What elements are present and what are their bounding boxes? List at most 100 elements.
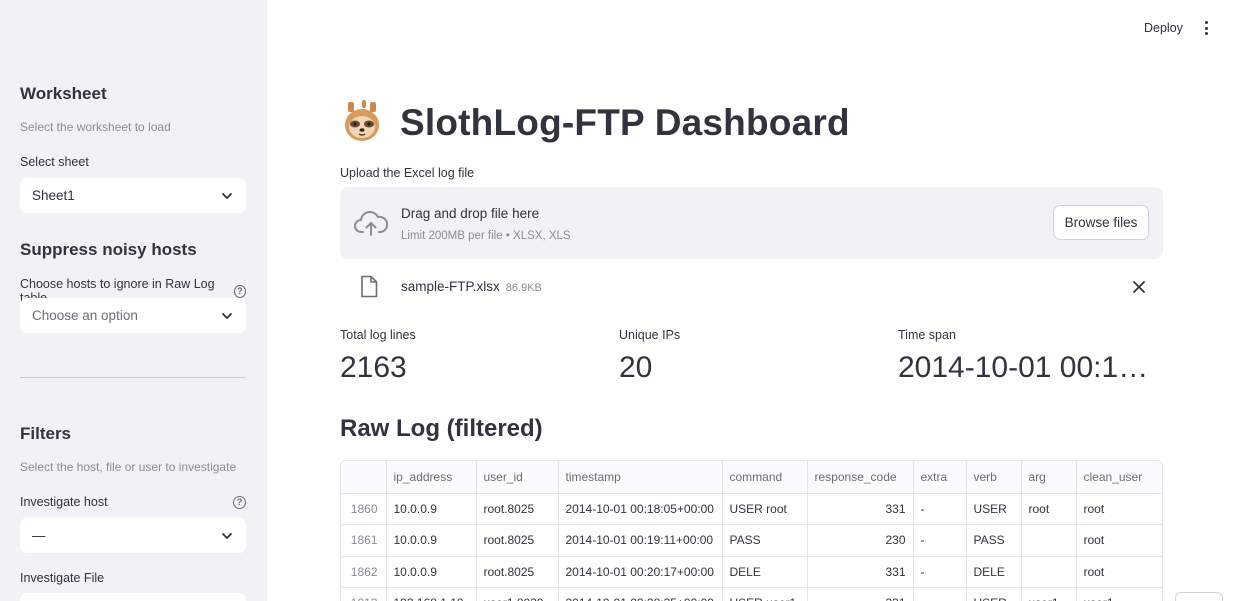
suppress-heading: Suppress noisy hosts bbox=[20, 240, 197, 259]
metric-label: Time span bbox=[898, 328, 956, 342]
select-sheet-label: Select sheet bbox=[20, 155, 246, 169]
metric-value: 20 bbox=[619, 351, 653, 384]
chevron-down-icon bbox=[222, 532, 232, 539]
suppress-hosts-placeholder: Choose an option bbox=[32, 308, 138, 323]
column-header[interactable]: command bbox=[722, 461, 808, 494]
table-cell: PASS bbox=[722, 524, 808, 557]
table-cell: user1 bbox=[1021, 587, 1077, 601]
table-cell: root.8025 bbox=[476, 493, 559, 525]
table-cell: root bbox=[1076, 556, 1162, 588]
investigate-file-label-text: Investigate File bbox=[20, 571, 105, 585]
row-index: 1013 bbox=[341, 587, 387, 601]
table-body: 1860 10.0.0.9 root.8025 2014-10-01 00:18:05… bbox=[341, 493, 1162, 601]
metric-unique-ips: Unique IPs 20 bbox=[619, 328, 869, 385]
close-icon[interactable] bbox=[1130, 278, 1148, 296]
column-header[interactable]: arg bbox=[1021, 461, 1077, 494]
sidebar-divider bbox=[20, 377, 246, 378]
table-cell: USER bbox=[966, 587, 1022, 601]
help-icon[interactable]: ? bbox=[233, 495, 246, 509]
table-cell: 331 bbox=[807, 587, 914, 601]
table-header-row: ip_address user_id timestamp command respons… bbox=[341, 461, 1162, 494]
table-cell: user1.8039 bbox=[476, 587, 559, 601]
table-cell: 2014-10-01 00:28:35+00:00 bbox=[558, 587, 723, 601]
column-header[interactable]: extra bbox=[913, 461, 967, 494]
page-title: SlothLog-FTP Dashboard bbox=[400, 102, 850, 143]
table-cell: PASS bbox=[966, 524, 1022, 557]
row-index: 1861 bbox=[341, 524, 387, 557]
sloth-icon bbox=[345, 100, 379, 141]
column-header[interactable]: response_code bbox=[807, 461, 914, 494]
table-cell: user1 bbox=[1076, 587, 1162, 601]
upload-label: Upload the Excel log file bbox=[340, 166, 475, 180]
filters-section: Filters Select the host, file or user to… bbox=[20, 424, 246, 509]
column-header[interactable] bbox=[341, 461, 387, 494]
row-index: 1860 bbox=[341, 493, 387, 525]
table-row[interactable]: 1860 10.0.0.9 root.8025 2014-10-01 00:18:05… bbox=[341, 493, 1162, 525]
metric-value: 2014-10-01 00:18… bbox=[898, 351, 1160, 384]
raw-log-table[interactable]: ip_address user_id timestamp command respons… bbox=[340, 460, 1163, 601]
browse-files-button[interactable]: Browse files bbox=[1053, 205, 1149, 240]
fullscreen-button[interactable] bbox=[1175, 592, 1223, 601]
suppress-hosts-multiselect[interactable]: Choose an option bbox=[20, 298, 246, 333]
table-cell: USER user1 bbox=[722, 587, 808, 601]
table-cell: 2014-10-01 00:20:17+00:00 bbox=[558, 556, 723, 588]
table-cell: 331 bbox=[807, 556, 914, 588]
deploy-button[interactable]: Deploy bbox=[1140, 19, 1187, 37]
dropzone-text: Drag and drop file here bbox=[401, 206, 540, 221]
raw-log-heading: Raw Log (filtered) bbox=[340, 415, 543, 442]
table-row[interactable]: 1013192.168.1.10user1.80392014-10-01 00:… bbox=[341, 587, 1162, 601]
investigate-host-value: — bbox=[32, 528, 46, 543]
file-dropzone[interactable]: Drag and drop file here Limit 200MB per … bbox=[340, 187, 1163, 259]
metric-value: 2163 bbox=[340, 351, 407, 384]
table-cell: - bbox=[913, 587, 967, 601]
worksheet-caption: Select the worksheet to load bbox=[20, 120, 171, 134]
table-cell: 192.168.1.10 bbox=[386, 587, 477, 601]
chevron-down-icon bbox=[222, 192, 232, 199]
table-cell: 2014-10-01 00:18:05+00:00 bbox=[558, 493, 723, 525]
table-cell: 2014-10-01 00:19:11+00:00 bbox=[558, 524, 723, 557]
table-cell: USER root bbox=[722, 493, 808, 525]
select-sheet-label-text: Select sheet bbox=[20, 155, 89, 169]
metric-time-span: Time span 2014-10-01 00:18… bbox=[898, 328, 1160, 385]
investigate-host-label-text: Investigate host bbox=[20, 495, 108, 509]
table-cell: 10.0.0.9 bbox=[386, 524, 477, 557]
file-icon bbox=[361, 275, 378, 298]
cloud-upload-icon bbox=[354, 211, 388, 236]
table-cell bbox=[1021, 524, 1077, 557]
filters-caption: Select the host, file or user to investi… bbox=[20, 460, 237, 474]
suppress-section: Suppress noisy hosts Choose hosts to ign… bbox=[20, 240, 246, 305]
metric-total-log-lines: Total log lines 2163 bbox=[340, 328, 590, 385]
table-row[interactable]: 1862 10.0.0.9 root.8025 2014-10-01 00:20:17… bbox=[341, 556, 1162, 588]
sidebar: Worksheet Select the worksheet to load S… bbox=[0, 0, 267, 601]
select-sheet-value: Sheet1 bbox=[32, 188, 75, 203]
dropzone-limit: Limit 200MB per file • XLSX, XLS bbox=[401, 230, 571, 242]
file-size: 86.9KB bbox=[505, 282, 542, 294]
main-menu-icon[interactable] bbox=[1198, 18, 1214, 38]
column-header[interactable]: verb bbox=[966, 461, 1022, 494]
row-index: 1862 bbox=[341, 556, 387, 588]
table-cell: USER bbox=[966, 493, 1022, 525]
column-header[interactable]: clean_user bbox=[1076, 461, 1162, 494]
table-cell: DELE bbox=[966, 556, 1022, 588]
chevron-down-icon bbox=[222, 312, 232, 319]
table-cell: 10.0.0.9 bbox=[386, 556, 477, 588]
investigate-file-dropdown[interactable] bbox=[20, 593, 246, 601]
table-cell: root.8025 bbox=[476, 524, 559, 557]
column-header[interactable]: timestamp bbox=[558, 461, 723, 494]
table-cell: - bbox=[913, 524, 967, 557]
table-cell: root bbox=[1076, 493, 1162, 525]
table-cell: - bbox=[913, 556, 967, 588]
investigate-host-dropdown[interactable]: — bbox=[20, 518, 246, 553]
table-cell: root bbox=[1021, 493, 1077, 525]
table-row[interactable]: 1861 10.0.0.9 root.8025 2014-10-01 00:19:11… bbox=[341, 524, 1162, 557]
table-cell: 10.0.0.9 bbox=[386, 493, 477, 525]
column-header[interactable]: user_id bbox=[476, 461, 559, 494]
table-cell bbox=[1021, 556, 1077, 588]
select-sheet-dropdown[interactable]: Sheet1 bbox=[20, 178, 246, 213]
uploaded-file-row: sample-FTP.xlsx 86.9KB bbox=[340, 271, 1163, 303]
file-name-text: sample-FTP.xlsx bbox=[401, 279, 500, 294]
help-icon[interactable]: ? bbox=[233, 284, 246, 298]
table-cell: - bbox=[913, 493, 967, 525]
table-cell: 331 bbox=[807, 493, 914, 525]
column-header[interactable]: ip_address bbox=[386, 461, 477, 494]
